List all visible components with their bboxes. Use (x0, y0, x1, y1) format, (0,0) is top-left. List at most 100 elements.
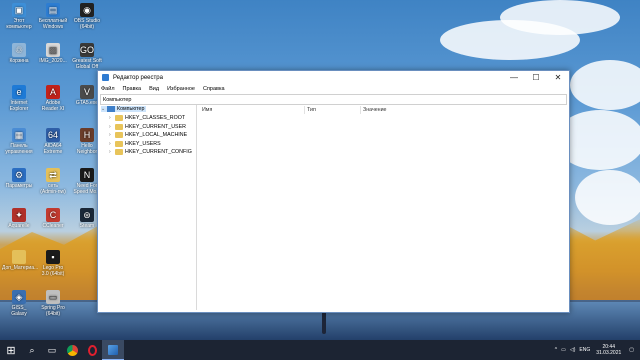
taskbar-chrome[interactable] (62, 340, 82, 360)
tree-node-hkcr[interactable]: › HKEY_CLASSES_ROOT (109, 115, 185, 121)
menu-favorites[interactable]: Избранное (167, 86, 195, 92)
desktop-icon-spring-pro[interactable]: ▭ Spring Pro (64bit) (36, 290, 70, 317)
desktop-icon-recycle-bin[interactable]: ♲ Корзина (2, 43, 36, 64)
app-icon: ▭ (46, 290, 60, 304)
panes: ⌄ Компьютер › HKEY_CLASSES_ROOT › HKEY_C… (100, 105, 567, 310)
regedit-icon (108, 344, 118, 355)
desktop-icon-settings[interactable]: ⚙ Параметры (2, 168, 36, 189)
app-icon: C (46, 208, 60, 222)
desktop-icon-aquarelle[interactable]: ✦ Aquarelle (2, 208, 36, 229)
folder-icon (115, 123, 123, 130)
ie-icon: e (12, 85, 26, 99)
tree-node-label: HKEY_CLASSES_ROOT (125, 115, 186, 121)
tree-pane[interactable]: ⌄ Компьютер › HKEY_CLASSES_ROOT › HKEY_C… (100, 105, 197, 310)
notification-icon[interactable]: ▢ (629, 347, 634, 353)
menu-file[interactable]: Файл (101, 86, 115, 92)
task-view-button[interactable]: ▭ (42, 340, 62, 360)
taskbar: ⊞ ⌕ ▭ ^ ▭ ◁) ENG 20:44 31.03.2021 ▢ (0, 340, 640, 360)
folder-icon (115, 115, 123, 121)
desktop-icon-giss[interactable]: ◈ GISS_ Galaxy (2, 290, 36, 317)
desktop-icon-greatest-soft[interactable]: GO Greatest Soft Global Off (70, 43, 104, 70)
window-controls: — ☐ ✕ (503, 71, 569, 84)
clock-date: 31.03.2021 (596, 350, 622, 356)
desktop-icon-image[interactable]: ▨ IMG_2020... (36, 43, 70, 64)
steam-icon: ⊛ (80, 208, 94, 222)
minimize-button[interactable]: — (503, 71, 525, 84)
recycle-bin-icon: ♲ (12, 43, 26, 57)
app-icon: ▪ (46, 250, 60, 264)
column-header-type[interactable]: Тип (307, 107, 316, 113)
taskbar-regedit[interactable] (102, 340, 124, 360)
desktop-icon-this-pc[interactable]: ▣ Этот компьютер (2, 3, 36, 30)
computer-icon: ▣ (12, 3, 26, 17)
volume-icon[interactable]: ◁) (570, 347, 576, 353)
address-bar[interactable]: Компьютер (100, 94, 567, 105)
tree-node-hklm[interactable]: › HKEY_LOCAL_MACHINE (109, 132, 187, 138)
tree-node-computer[interactable]: ⌄ Компьютер (101, 106, 147, 112)
tree-node-label: HKEY_LOCAL_MACHINE (125, 132, 188, 138)
cloud (570, 60, 640, 110)
column-header-name[interactable]: Имя (202, 107, 212, 113)
app-icon: ◈ (12, 290, 26, 304)
values-pane[interactable]: Имя Тип Значение (197, 105, 567, 310)
regedit-app-icon (102, 74, 109, 81)
column-divider[interactable] (360, 106, 361, 114)
app-icon: GO (80, 43, 95, 57)
registry-editor-window[interactable]: Редактор реестра — ☐ ✕ Файл Правка Вид И… (97, 70, 570, 313)
app-icon: ✦ (12, 208, 26, 222)
folder-icon (115, 149, 123, 155)
folder-icon (12, 250, 26, 264)
tray-chevron-icon[interactable]: ^ (555, 347, 557, 353)
folder-icon (115, 140, 123, 147)
column-divider[interactable] (304, 106, 305, 114)
maximize-button[interactable]: ☐ (525, 71, 547, 84)
opera-icon (87, 344, 97, 356)
column-header-value[interactable]: Значение (363, 107, 387, 113)
app-icon: ◉ (80, 3, 94, 17)
close-button[interactable]: ✕ (547, 71, 569, 84)
desktop-icon-ccleaner[interactable]: C CCleaner (36, 208, 70, 229)
tree-node-hku[interactable]: › HKEY_USERS (109, 140, 161, 147)
taskbar-opera[interactable] (82, 340, 102, 360)
desktop-icon-lego-pro[interactable]: ▪ Lego Pro 3.0 (64bit) (36, 250, 70, 277)
desktop-icon-adobe-reader[interactable]: A Adobe Reader XI (36, 85, 70, 112)
tree-node-hkcc[interactable]: › HKEY_CURRENT_CONFIG (109, 149, 192, 155)
network-tray-icon[interactable]: ▭ (561, 347, 566, 353)
desktop-icon-windows-free[interactable]: ▤ Бесплатный Windows (36, 3, 70, 30)
system-tray: ^ ▭ ◁) ENG 20:44 31.03.2021 ▢ (551, 340, 640, 360)
search-button[interactable]: ⌕ (22, 340, 42, 360)
desktop-icon-materials-folder[interactable]: Доп_Материа... (2, 250, 38, 271)
tree-node-label: Компьютер (117, 106, 145, 112)
desktop-icon-network[interactable]: ⇄ сеть (Admin-nw) (36, 168, 70, 195)
chrome-icon (66, 344, 78, 356)
computer-icon (107, 106, 115, 112)
menu-bar: Файл Правка Вид Избранное Справка (98, 84, 569, 94)
app-icon: N (80, 168, 94, 182)
network-icon: ⇄ (46, 168, 60, 182)
folder-icon (115, 132, 123, 138)
clock[interactable]: 20:44 31.03.2021 (596, 344, 621, 356)
desktop-icon-control-panel[interactable]: ▦ Панель управления (2, 128, 36, 155)
app-icon: V (80, 85, 94, 99)
window-title: Редактор реестра (113, 74, 163, 81)
tree-node-label: HKEY_USERS (125, 140, 161, 147)
pdf-icon: A (46, 85, 60, 99)
desktop-icon-ie[interactable]: e Internet Explorer (2, 85, 36, 112)
menu-help[interactable]: Справка (203, 86, 225, 92)
menu-edit[interactable]: Правка (123, 86, 142, 92)
tree-node-label: HKEY_CURRENT_CONFIG (125, 149, 192, 155)
desktop-icon-obs[interactable]: ◉ OBS Studio (64bit) (70, 3, 104, 30)
title-bar[interactable]: Редактор реестра — ☐ ✕ (98, 71, 569, 84)
control-panel-icon: ▦ (12, 128, 26, 142)
menu-view[interactable]: Вид (149, 86, 159, 92)
app-icon: H (80, 128, 94, 142)
gear-icon: ⚙ (12, 168, 26, 182)
tree-node-label: HKEY_CURRENT_USER (125, 123, 186, 130)
language-indicator[interactable]: ENG (579, 347, 590, 353)
image-icon: ▨ (46, 43, 60, 57)
app-icon: 64 (46, 128, 60, 142)
tree-node-hkcu[interactable]: › HKEY_CURRENT_USER (109, 123, 186, 130)
start-button[interactable]: ⊞ (0, 340, 22, 360)
desktop-icon-aida64[interactable]: 64 AIDA64 Extreme (36, 128, 70, 155)
cloud (500, 0, 620, 35)
